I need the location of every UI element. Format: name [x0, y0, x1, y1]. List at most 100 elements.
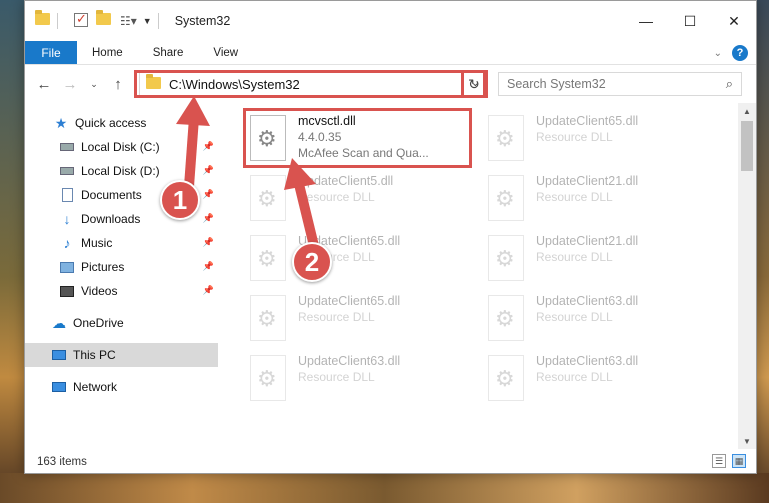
vertical-scrollbar[interactable]: ▲ ▼: [738, 103, 756, 449]
scroll-down-icon[interactable]: ▼: [738, 433, 756, 449]
tab-share[interactable]: Share: [138, 41, 199, 64]
documents-icon: [59, 187, 75, 203]
dll-file-icon: [488, 175, 524, 221]
sidebar-item-onedrive[interactable]: ☁ OneDrive: [25, 311, 218, 335]
tab-home[interactable]: Home: [77, 41, 138, 64]
file-meta: UpdateClient65.dll Resource DLL: [298, 293, 400, 347]
up-button[interactable]: ↑: [107, 73, 129, 95]
navigation-bar: ← → ⌄ ↑ C:\Windows\System32 ⌄ ↻ Search S…: [25, 65, 756, 103]
cloud-icon: ☁: [52, 314, 66, 331]
customize-qat-icon[interactable]: ☷▾: [120, 14, 137, 28]
sidebar-item-music[interactable]: ♪ Music 📌: [25, 231, 218, 255]
file-highlight-box: [243, 108, 472, 168]
tab-view[interactable]: View: [198, 41, 253, 64]
file-detail: Resource DLL: [536, 310, 613, 324]
sidebar-item-label: OneDrive: [73, 316, 124, 330]
file-item[interactable]: UpdateClient21.dll Resource DLL: [484, 171, 712, 227]
divider: [57, 13, 58, 29]
file-meta: UpdateClient63.dll Resource DLL: [536, 353, 638, 407]
pictures-icon: [59, 259, 75, 275]
sidebar-item-pictures[interactable]: Pictures 📌: [25, 255, 218, 279]
help-icon[interactable]: ?: [732, 45, 748, 61]
minimize-button[interactable]: —: [624, 1, 668, 41]
dll-file-icon: [488, 355, 524, 401]
file-detail: Resource DLL: [536, 250, 613, 264]
file-detail: Resource DLL: [298, 310, 375, 324]
item-count: 163 items: [37, 455, 87, 468]
back-button[interactable]: ←: [33, 73, 55, 95]
search-input[interactable]: Search System32: [507, 77, 606, 91]
expand-ribbon-icon[interactable]: ⌄: [714, 48, 722, 59]
pin-icon[interactable]: 📌: [203, 213, 214, 224]
dll-file-icon: [488, 115, 524, 161]
network-icon: [51, 379, 67, 395]
new-folder-icon[interactable]: [96, 10, 112, 29]
details-view-icon[interactable]: ☰: [712, 454, 726, 468]
sidebar-item-this-pc[interactable]: This PC: [25, 343, 218, 367]
view-switcher: ☰ ▦: [712, 454, 746, 468]
file-meta: UpdateClient21.dll Resource DLL: [536, 233, 638, 287]
file-name: UpdateClient63.dll: [536, 294, 639, 308]
search-box[interactable]: Search System32 ⌕: [498, 72, 742, 96]
sidebar-item-label: Local Disk (C:): [81, 140, 160, 154]
ribbon-tabs: File Home Share View ⌄ ?: [25, 41, 756, 65]
refresh-highlight-box: [461, 70, 488, 98]
file-item[interactable]: UpdateClient63.dll Resource DLL: [246, 351, 474, 407]
file-meta: UpdateClient63.dll Resource DLL: [298, 353, 400, 407]
dll-file-icon: [250, 355, 286, 401]
qat-dropdown-icon[interactable]: ▼: [143, 16, 152, 26]
desktop-background-bottom: [0, 473, 769, 503]
dll-file-icon: [250, 295, 286, 341]
file-name: UpdateClient21.dll: [536, 174, 639, 188]
file-meta: UpdateClient63.dll Resource DLL: [536, 293, 638, 347]
window-title: System32: [174, 14, 231, 28]
maximize-button[interactable]: ☐: [668, 1, 712, 41]
drive-icon: [59, 139, 75, 155]
pin-icon[interactable]: 📌: [203, 237, 214, 248]
properties-icon[interactable]: [74, 11, 90, 29]
download-icon: ↓: [63, 211, 71, 227]
file-item[interactable]: UpdateClient21.dll Resource DLL: [484, 231, 712, 287]
pin-icon[interactable]: 📌: [203, 261, 214, 272]
callout-badge-1: 1: [160, 180, 200, 220]
window-controls: — ☐ ✕: [624, 1, 756, 41]
star-icon: ★: [54, 114, 68, 131]
desktop-background-right: [757, 0, 769, 503]
scroll-up-icon[interactable]: ▲: [738, 103, 756, 119]
sidebar-item-label: Videos: [81, 284, 118, 298]
desktop-background: [0, 0, 24, 503]
ribbon-right: ⌄ ?: [714, 45, 748, 61]
sidebar-item-label: Downloads: [81, 212, 141, 226]
recent-locations-button[interactable]: ⌄: [83, 73, 105, 95]
tiles-view-icon[interactable]: ▦: [732, 454, 746, 468]
pin-icon[interactable]: 📌: [203, 285, 214, 296]
file-meta: UpdateClient65.dll Resource DLL: [536, 113, 638, 167]
file-detail: Resource DLL: [536, 130, 613, 144]
music-icon: ♪: [63, 235, 71, 251]
sidebar-item-label: Network: [73, 380, 118, 394]
status-bar: 163 items ☰ ▦: [25, 449, 756, 474]
file-item[interactable]: UpdateClient63.dll Resource DLL: [484, 351, 712, 407]
forward-button[interactable]: →: [59, 73, 81, 95]
file-item[interactable]: UpdateClient63.dll Resource DLL: [484, 291, 712, 347]
sidebar-item-network[interactable]: Network: [25, 375, 218, 399]
sidebar-item-label: Local Disk (D:): [81, 164, 160, 178]
scroll-thumb[interactable]: [741, 121, 753, 171]
file-detail: Resource DLL: [298, 370, 375, 384]
sidebar-item-videos[interactable]: Videos 📌: [25, 279, 218, 303]
dll-file-icon: [488, 235, 524, 281]
file-name: UpdateClient65.dll: [536, 114, 639, 128]
tab-file[interactable]: File: [25, 41, 77, 64]
file-name: UpdateClient63.dll: [536, 354, 639, 368]
videos-icon: [59, 283, 75, 299]
sidebar-item-label: Pictures: [81, 260, 125, 274]
file-item[interactable]: UpdateClient65.dll Resource DLL: [484, 111, 712, 167]
computer-icon: [51, 347, 67, 363]
file-detail: Resource DLL: [536, 190, 613, 204]
drive-icon: [59, 163, 75, 179]
file-item[interactable]: UpdateClient65.dll Resource DLL: [246, 291, 474, 347]
close-button[interactable]: ✕: [712, 1, 756, 41]
callout-badge-2: 2: [292, 242, 332, 282]
divider: [157, 13, 159, 29]
file-detail: Resource DLL: [536, 370, 613, 384]
